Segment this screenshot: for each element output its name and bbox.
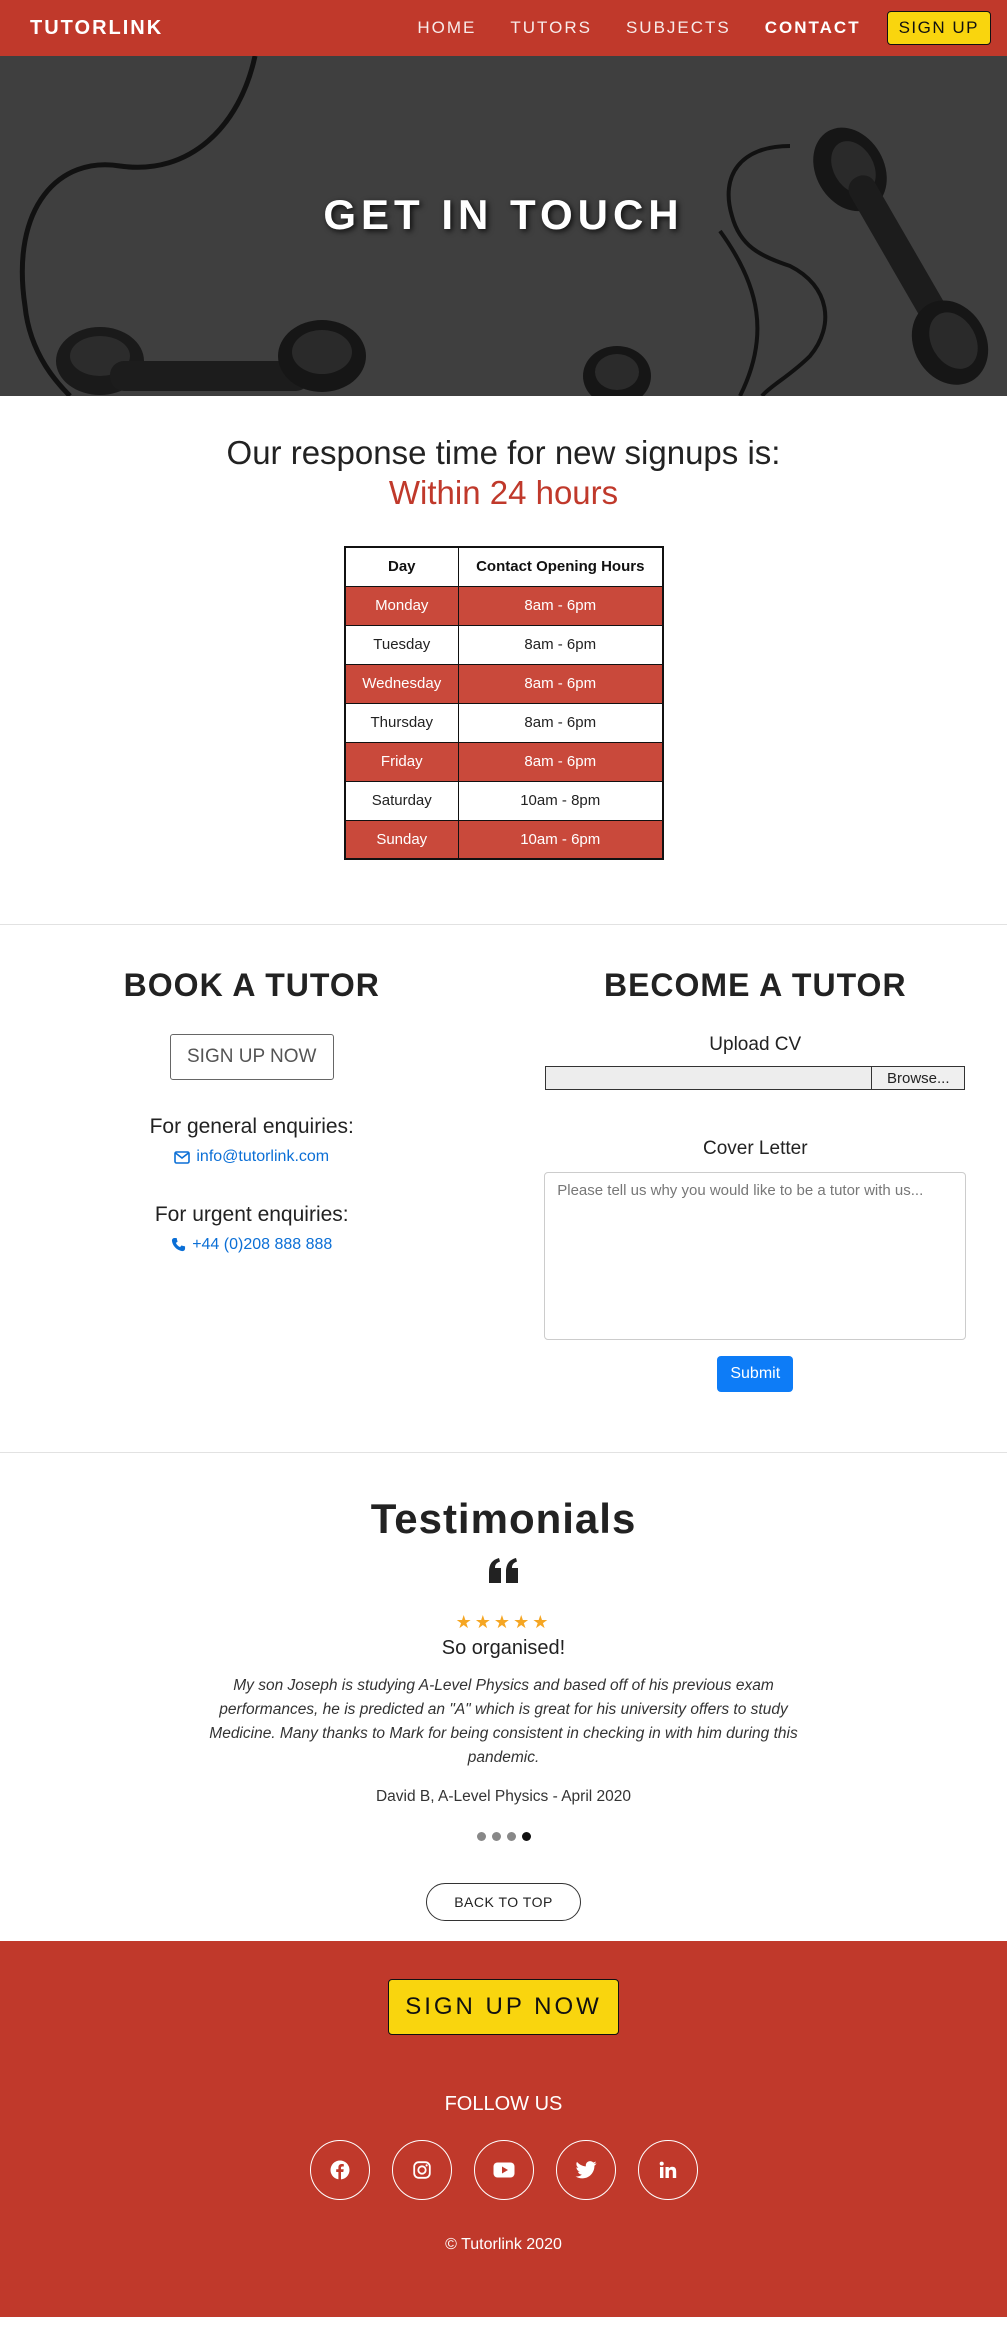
carousel-dot-3[interactable] <box>506 1832 516 1841</box>
day-cell: Thursday <box>344 702 459 743</box>
table-row: Thursday 8am - 6pm <box>344 702 663 743</box>
nav-subjects[interactable]: SUBJECTS <box>626 18 731 38</box>
upload-cv-label: Upload CV <box>709 1034 802 1055</box>
opening-hours-table: Day Contact Opening Hours Monday 8am - 6… <box>343 546 664 860</box>
twitter-icon <box>575 2161 596 2179</box>
table-row: Wednesday 8am - 6pm <box>344 663 663 704</box>
table-row: Friday 8am - 6pm <box>344 741 663 782</box>
brand-logo[interactable]: TUTORLINK <box>30 17 163 40</box>
table-header-hours: Contact Opening Hours <box>458 546 663 587</box>
hours-cell: 8am - 6pm <box>458 624 663 665</box>
navbar: TUTORLINK HOME TUTORS SUBJECTS CONTACT S… <box>0 0 1007 56</box>
urgent-enquiries-label: For urgent enquiries: <box>154 1202 349 1226</box>
nav-links: HOME TUTORS SUBJECTS CONTACT SIGN UP <box>383 11 991 45</box>
testimonial-text: My son Joseph is studying A-Level Physic… <box>209 1677 798 1766</box>
testimonials-title: Testimonials <box>370 1495 637 1542</box>
table-row: Monday 8am - 6pm <box>344 585 663 626</box>
day-cell: Saturday <box>344 780 459 821</box>
table-row: Saturday 10am - 8pm <box>344 780 663 821</box>
hours-cell: 8am - 6pm <box>458 585 663 626</box>
twitter-link[interactable] <box>555 2140 616 2200</box>
cover-letter-textarea[interactable]: Please tell us why you would like to be … <box>544 1172 967 1340</box>
hero-title: GET IN TOUCH <box>323 191 684 238</box>
day-cell: Monday <box>344 585 459 626</box>
day-cell: Friday <box>344 741 459 782</box>
facebook-link[interactable] <box>309 2140 370 2200</box>
rating-stars-icon: ★★★★★ <box>455 1612 552 1632</box>
tutor-section: BOOK A TUTOR SIGN UP NOW For general enq… <box>0 925 1007 1452</box>
cv-file-input[interactable]: Browse... <box>545 1066 966 1090</box>
file-path-box[interactable] <box>545 1066 872 1090</box>
hours-cell: 8am - 6pm <box>458 702 663 743</box>
carousel-dot-1[interactable] <box>476 1832 486 1841</box>
become-a-tutor-title: BECOME A TUTOR <box>603 967 907 1003</box>
instagram-icon <box>412 2161 431 2179</box>
table-row: Sunday 10am - 6pm <box>344 819 663 860</box>
nav-signup-button[interactable]: SIGN UP <box>886 11 991 45</box>
social-links <box>0 2140 1007 2200</box>
facebook-icon <box>330 2160 349 2180</box>
carousel-indicators <box>0 1832 1007 1841</box>
table-row: Tuesday 8am - 6pm <box>344 624 663 665</box>
general-enquiries-label: For general enquiries: <box>149 1115 354 1138</box>
middle-earpiece-icon <box>583 346 651 396</box>
carousel-dot-4[interactable] <box>521 1832 531 1841</box>
table-header-day: Day <box>344 546 459 587</box>
book-a-tutor-title: BOOK A TUTOR <box>123 967 380 1003</box>
hours-cell: 10am - 8pm <box>458 780 663 821</box>
hours-cell: 8am - 6pm <box>458 741 663 782</box>
submit-button[interactable]: Submit <box>717 1356 794 1392</box>
phone-text: +44 (0)208 888 888 <box>192 1235 333 1253</box>
day-cell: Tuesday <box>344 624 459 665</box>
browse-button[interactable]: Browse... <box>871 1066 966 1090</box>
hours-cell: 8am - 6pm <box>458 663 663 704</box>
hours-cell: 10am - 6pm <box>458 819 663 860</box>
cover-letter-label: Cover Letter <box>702 1138 808 1159</box>
quote-icon <box>0 1557 1007 1590</box>
nav-home[interactable]: HOME <box>417 18 476 38</box>
become-a-tutor-column: BECOME A TUTOR Upload CV Browse... Cover… <box>504 967 1007 1392</box>
left-handset-icon <box>56 320 366 395</box>
carousel-dot-2[interactable] <box>491 1832 501 1841</box>
testimonial-author: David B, A-Level Physics - April 2020 <box>375 1788 631 1805</box>
back-to-top-button[interactable]: BACK TO TOP <box>426 1883 581 1921</box>
envelope-icon <box>174 1150 191 1164</box>
testimonial-heading: So organised! <box>441 1637 566 1659</box>
email-link[interactable]: info@tutorlink.com <box>174 1148 329 1166</box>
linkedin-link[interactable] <box>637 2140 698 2200</box>
nav-tutors[interactable]: TUTORS <box>510 18 592 38</box>
hero-banner: GET IN TOUCH <box>0 56 1007 396</box>
youtube-link[interactable] <box>473 2140 534 2200</box>
instagram-link[interactable] <box>391 2140 452 2200</box>
copyright-text: © Tutorlink 2020 <box>445 2236 562 2253</box>
nav-contact[interactable]: CONTACT <box>765 18 861 38</box>
book-a-tutor-column: BOOK A TUTOR SIGN UP NOW For general enq… <box>0 967 504 1392</box>
phone-icon <box>172 1237 186 1252</box>
testimonials-section: Testimonials ★★★★★ So organised! My son … <box>0 1453 1007 1941</box>
right-handset-icon <box>813 127 989 385</box>
footer-signup-button[interactable]: SIGN UP NOW <box>388 1979 619 2035</box>
linkedin-icon <box>659 2161 676 2178</box>
response-time-value: Within 24 hours <box>388 474 619 511</box>
response-section: Our response time for new signups is: Wi… <box>0 396 1007 860</box>
day-cell: Sunday <box>344 819 459 860</box>
day-cell: Wednesday <box>344 663 459 704</box>
email-text: info@tutorlink.com <box>196 1148 330 1165</box>
signup-now-button[interactable]: SIGN UP NOW <box>170 1034 334 1080</box>
response-time-label: Our response time for new signups is: <box>226 434 781 471</box>
phone-link[interactable]: +44 (0)208 888 888 <box>171 1236 332 1254</box>
youtube-icon <box>493 2162 514 2178</box>
follow-us-label: FOLLOW US <box>444 2093 563 2115</box>
footer: SIGN UP NOW FOLLOW US © Tutorlink 2020 <box>0 1941 1007 2317</box>
